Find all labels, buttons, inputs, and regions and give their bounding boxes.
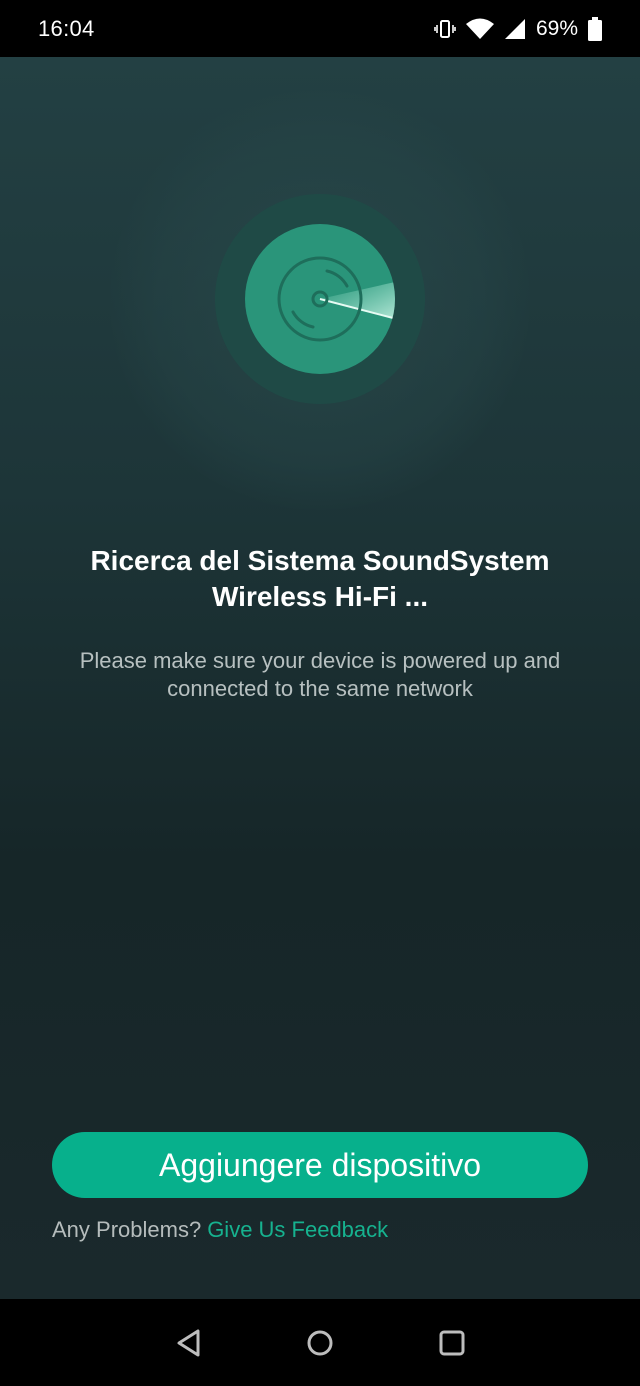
vibrate-icon bbox=[434, 18, 456, 40]
add-device-button[interactable]: Aggiungere dispositivo bbox=[52, 1132, 588, 1198]
signal-icon bbox=[504, 18, 526, 40]
recents-icon[interactable] bbox=[436, 1327, 468, 1359]
wifi-icon bbox=[465, 18, 494, 40]
speaker-radar-icon bbox=[245, 224, 395, 374]
battery-percent: 69% bbox=[535, 16, 578, 40]
app-screen: Ricerca del Sistema SoundSystem Wireless… bbox=[0, 57, 640, 1299]
system-nav-bar bbox=[0, 1299, 640, 1386]
problems-label: Any Problems? bbox=[52, 1217, 202, 1242]
give-feedback-link[interactable]: Give Us Feedback bbox=[207, 1217, 388, 1242]
search-hint: Please make sure your device is powered … bbox=[40, 647, 600, 703]
search-hint-line-1: Please make sure your device is powered … bbox=[79, 648, 561, 673]
feedback-row: Any Problems? Give Us Feedback bbox=[52, 1217, 388, 1243]
back-icon[interactable] bbox=[174, 1327, 206, 1359]
status-icons: 69% bbox=[434, 16, 602, 41]
home-icon[interactable] bbox=[304, 1327, 336, 1359]
search-title-line-2: Wireless Hi-Fi ... bbox=[211, 581, 429, 612]
search-hint-line-2: connected to the same network bbox=[167, 676, 473, 701]
search-title: Ricerca del Sistema SoundSystem Wireless… bbox=[40, 543, 600, 615]
battery-icon bbox=[588, 16, 602, 41]
status-bar: 16:04 69% bbox=[0, 0, 640, 57]
search-title-line-1: Ricerca del Sistema SoundSystem bbox=[90, 545, 550, 576]
status-time: 16:04 bbox=[38, 15, 95, 41]
device-search-radar bbox=[0, 57, 640, 557]
